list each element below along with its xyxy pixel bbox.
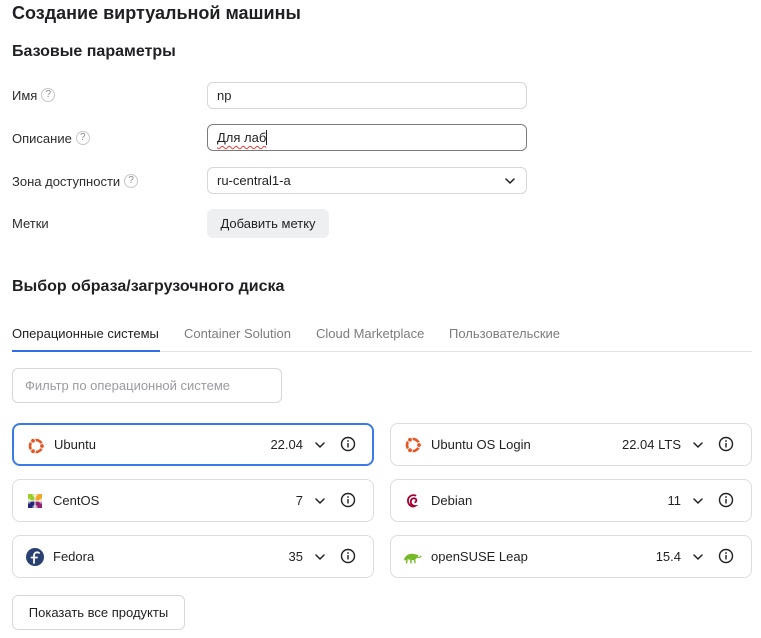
active-tab-indicator	[12, 350, 160, 352]
os-version[interactable]: 22.04	[270, 437, 303, 452]
chevron-down-icon[interactable]	[692, 439, 704, 451]
info-icon[interactable]	[718, 548, 734, 564]
page-title: Создание виртуальной машины	[12, 3, 301, 23]
os-name: Fedora	[53, 549, 95, 564]
opensuse-logo-icon	[404, 553, 422, 564]
name-label: Имя ?	[12, 82, 56, 108]
chevron-down-icon[interactable]	[692, 495, 704, 507]
description-input-value: Для лаб	[217, 130, 267, 145]
os-name: CentOS	[53, 493, 100, 508]
section-title-base: Базовые параметры	[12, 43, 176, 60]
chevron-down-icon[interactable]	[692, 551, 704, 563]
info-icon[interactable]	[340, 492, 356, 508]
tags-label: Метки	[12, 210, 49, 236]
os-name: Debian	[431, 493, 473, 508]
os-card-fedora[interactable]: Fedora 35	[12, 535, 374, 578]
help-icon[interactable]: ?	[124, 174, 139, 188]
tab-custom[interactable]: Пользовательские	[449, 326, 560, 341]
zone-select-value: ru-central1-a	[217, 173, 291, 188]
section-title-image: Выбор образа/загрузочного диска	[12, 278, 285, 295]
text-caret	[266, 130, 268, 145]
description-input[interactable]: Для лаб	[207, 124, 527, 151]
os-name: openSUSE Leap	[431, 549, 528, 564]
chevron-down-icon	[505, 178, 515, 184]
os-name: Ubuntu OS Login	[431, 437, 531, 452]
name-input-value: np	[217, 88, 232, 103]
description-label: Описание ?	[12, 125, 90, 151]
chevron-down-icon[interactable]	[314, 495, 326, 507]
help-icon[interactable]: ?	[75, 131, 90, 145]
os-version[interactable]: 22.04 LTS	[622, 437, 681, 452]
os-version[interactable]: 11	[668, 493, 682, 508]
name-label-text: Имя	[12, 87, 38, 103]
ubuntu-logo-icon	[405, 436, 422, 454]
info-icon[interactable]	[340, 436, 356, 452]
info-icon[interactable]	[340, 548, 356, 564]
centos-logo-icon	[26, 492, 44, 510]
zone-label-text: Зона доступности	[12, 173, 121, 189]
tags-label-text: Метки	[12, 215, 49, 231]
zone-label: Зона доступности ?	[12, 168, 139, 194]
os-card-debian[interactable]: Debian 11	[390, 479, 752, 522]
tab-cloud-marketplace[interactable]: Cloud Marketplace	[316, 326, 424, 341]
debian-logo-icon	[407, 494, 419, 508]
add-tag-button[interactable]: Добавить метку	[207, 209, 329, 238]
os-version[interactable]: 35	[289, 549, 303, 564]
description-label-text: Описание	[12, 130, 72, 146]
chevron-down-icon[interactable]	[314, 551, 326, 563]
name-input[interactable]: np	[207, 82, 527, 109]
tab-operating-systems[interactable]: Операционные системы	[12, 326, 159, 341]
fedora-logo-icon	[26, 548, 44, 566]
show-all-products-button[interactable]: Показать все продукты	[12, 595, 185, 630]
os-filter-input[interactable]: Фильтр по операционной системе	[12, 368, 282, 403]
os-version[interactable]: 15.4	[656, 549, 681, 564]
zone-select[interactable]: ru-central1-a	[207, 167, 527, 194]
info-icon[interactable]	[718, 492, 734, 508]
os-card-ubuntu[interactable]: Ubuntu 22.04	[12, 423, 374, 466]
os-version[interactable]: 7	[296, 493, 303, 508]
info-icon[interactable]	[718, 436, 734, 452]
image-source-tabs: Операционные системы Container Solution …	[12, 320, 752, 352]
os-card-opensuse-leap[interactable]: openSUSE Leap 15.4	[390, 535, 752, 578]
os-card-centos[interactable]: CentOS 7	[12, 479, 374, 522]
chevron-down-icon[interactable]	[314, 439, 326, 451]
tab-container-solution[interactable]: Container Solution	[184, 326, 291, 341]
os-card-ubuntu-os-login[interactable]: Ubuntu OS Login 22.04 LTS	[390, 423, 752, 466]
help-icon[interactable]: ?	[41, 88, 56, 102]
ubuntu-logo-icon	[28, 437, 45, 455]
os-name: Ubuntu	[54, 437, 96, 452]
